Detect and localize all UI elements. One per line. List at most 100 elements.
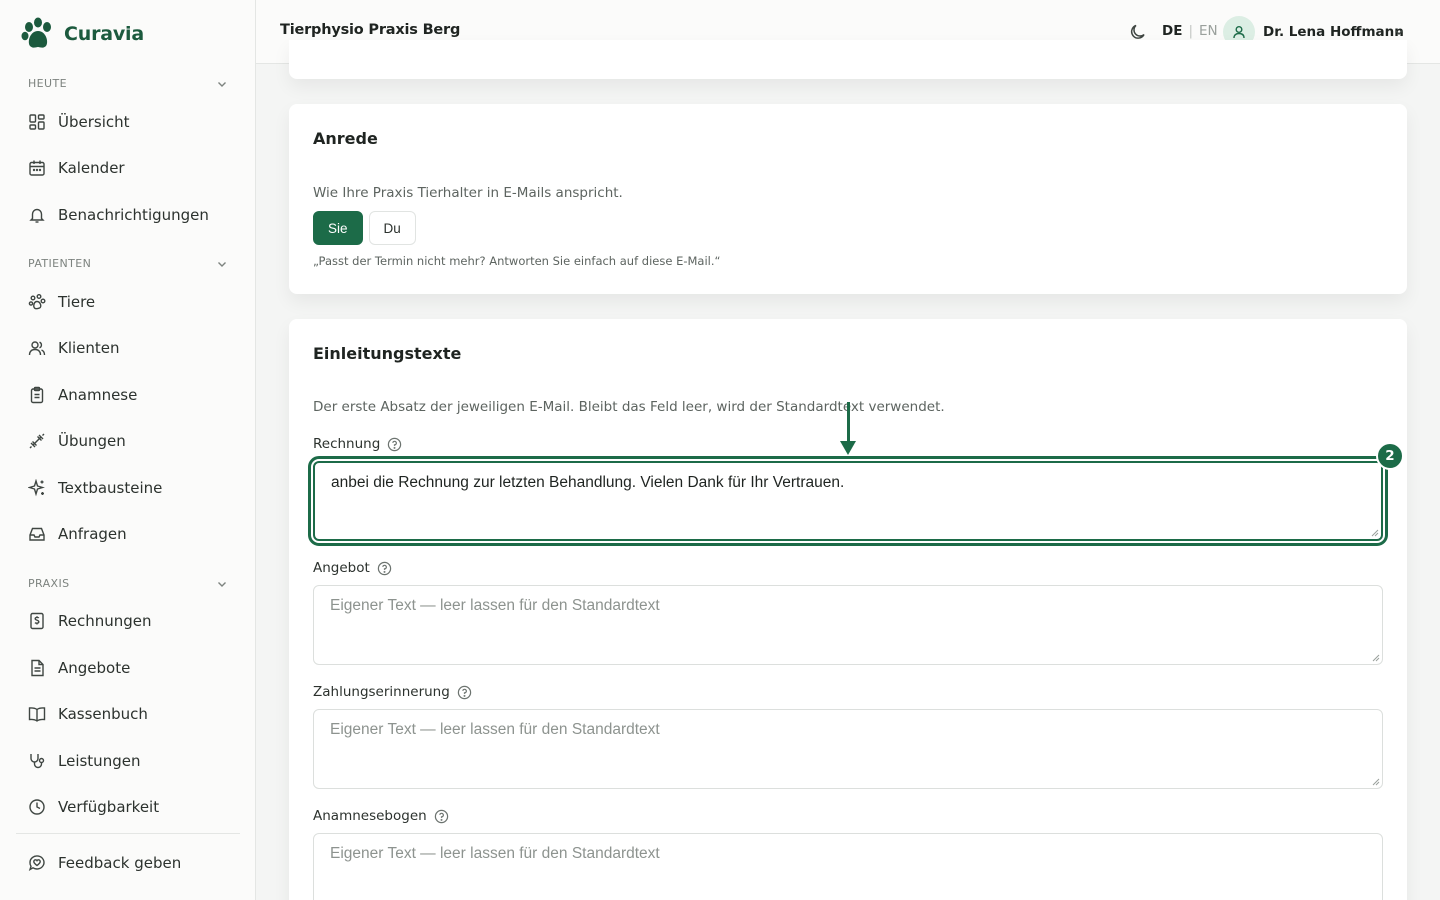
users-icon: [28, 341, 46, 356]
sidebar-item-benachrichtigungen[interactable]: Benachrichtigungen: [16, 195, 240, 235]
feedback-label: Feedback geben: [58, 854, 182, 872]
sidebar-item-label: Rechnungen: [58, 612, 152, 630]
paw-logo-icon: [21, 17, 51, 48]
zahlungserinnerung-placeholder: Eigener Text — leer lassen für den Stand…: [330, 721, 660, 738]
help-circle-icon[interactable]: [377, 561, 392, 576]
angebot-label: Angebot: [313, 560, 392, 576]
chevron-down-icon: [218, 81, 226, 87]
stethoscope-icon: [30, 754, 45, 769]
feedback-button[interactable]: Feedback geben: [16, 843, 240, 883]
sidebar-item-anfragen[interactable]: Anfragen: [16, 514, 240, 554]
sidebar-item-label: Verfügbarkeit: [58, 798, 160, 816]
user-name[interactable]: Dr. Lena Hoffmann: [1263, 24, 1404, 40]
step-badge: 2: [1376, 442, 1404, 470]
anamnesebogen-label: Anamnesebogen: [313, 808, 449, 824]
help-circle-icon[interactable]: [457, 685, 472, 700]
bell-icon: [29, 208, 45, 223]
sidebar-item-kalender[interactable]: Kalender: [16, 148, 240, 188]
sidebar-item-label: Leistungen: [58, 752, 141, 770]
section-patienten[interactable]: PATIENTEN: [28, 257, 228, 270]
sidebar-item-label: Klienten: [58, 339, 120, 357]
resize-grip-icon[interactable]: [1371, 777, 1380, 786]
anrede-description: Wie Ihre Praxis Tierhalter in E-Mails an…: [313, 185, 623, 201]
anrede-card: Anrede Wie Ihre Praxis Tierhalter in E-M…: [289, 104, 1407, 294]
dumbbell-icon: [29, 433, 45, 449]
previous-card: [289, 40, 1407, 79]
sidebar-item-label: Übungen: [58, 432, 126, 450]
sidebar-item-label: Übersicht: [58, 113, 130, 131]
sidebar-item-label: Tiere: [58, 293, 96, 311]
sidebar-divider: [16, 833, 240, 834]
sidebar-item-rechnungen[interactable]: Rechnungen: [16, 601, 240, 641]
moon-icon[interactable]: [1128, 22, 1148, 42]
sidebar-item-label: Angebote: [58, 659, 131, 677]
chevron-down-icon: [218, 261, 226, 267]
dashboard-icon: [29, 114, 45, 130]
resize-grip-icon[interactable]: [1371, 653, 1380, 662]
field-label-text: Anamnesebogen: [313, 808, 427, 824]
sidebar-item-verfuegbarkeit[interactable]: Verfügbarkeit: [16, 787, 240, 827]
sidebar-item-uebungen[interactable]: Übungen: [16, 421, 240, 461]
angebot-placeholder: Eigener Text — leer lassen für den Stand…: [330, 597, 660, 614]
language-switcher: DE | EN: [1162, 23, 1218, 39]
section-praxis[interactable]: PRAXIS: [28, 577, 228, 590]
anrede-preview: „Passt der Termin nicht mehr? Antworten …: [313, 254, 721, 268]
sidebar-item-leistungen[interactable]: Leistungen: [16, 741, 240, 781]
inbox-icon: [29, 527, 45, 541]
sparkles-icon: [28, 479, 45, 497]
anamnesebogen-textarea[interactable]: Eigener Text — leer lassen für den Stand…: [313, 833, 1383, 900]
field-label-text: Zahlungserinnerung: [313, 684, 450, 700]
invoice-icon: [30, 612, 44, 630]
sidebar-item-label: Textbausteine: [58, 479, 163, 497]
annotation-arrow-line: [847, 402, 850, 444]
section-label: HEUTE: [28, 77, 67, 90]
field-label-text: Rechnung: [313, 436, 381, 452]
anrede-du-button[interactable]: Du: [368, 211, 416, 245]
calendar-icon: [29, 160, 45, 176]
chevron-down-icon[interactable]: [1393, 26, 1405, 38]
clipboard-icon: [30, 386, 44, 404]
brand-logo[interactable]: Curavia: [20, 16, 144, 52]
anrede-toggle: Sie Du: [313, 211, 416, 245]
sidebar: Curavia HEUTE Übersicht Kalender Benachr…: [0, 0, 256, 900]
anamnesebogen-placeholder: Eigener Text — leer lassen für den Stand…: [330, 845, 660, 862]
sidebar-item-label: Anfragen: [58, 525, 127, 543]
sidebar-item-textbausteine[interactable]: Textbausteine: [16, 468, 240, 508]
sidebar-item-kassenbuch[interactable]: Kassenbuch: [16, 694, 240, 734]
annotation-arrow-head: [840, 441, 856, 455]
help-circle-icon[interactable]: [434, 809, 449, 824]
brand-name: Curavia: [64, 23, 144, 45]
sidebar-item-uebersicht[interactable]: Übersicht: [16, 102, 240, 142]
angebot-textarea[interactable]: Eigener Text — leer lassen für den Stand…: [313, 585, 1383, 665]
sidebar-item-label: Benachrichtigungen: [58, 206, 209, 224]
sidebar-item-anamnese[interactable]: Anamnese: [16, 375, 240, 415]
rechnung-value: anbei die Rechnung zur letzten Behandlun…: [331, 474, 845, 491]
section-heute[interactable]: HEUTE: [28, 77, 228, 90]
sidebar-item-tiere[interactable]: Tiere: [16, 282, 240, 322]
intro-title: Einleitungstexte: [313, 344, 462, 363]
lang-separator: |: [1188, 23, 1193, 39]
feedback-icon: [28, 855, 45, 871]
zahlungserinnerung-label: Zahlungserinnerung: [313, 684, 472, 700]
book-icon: [28, 707, 46, 722]
anrede-sie-button[interactable]: Sie: [313, 211, 363, 245]
sidebar-item-label: Kalender: [58, 159, 125, 177]
sidebar-item-angebote[interactable]: Angebote: [16, 648, 240, 688]
practice-name: Tierphysio Praxis Berg: [280, 22, 461, 38]
zahlungserinnerung-textarea[interactable]: Eigener Text — leer lassen für den Stand…: [313, 709, 1383, 789]
rechnung-textarea[interactable]: anbei die Rechnung zur letzten Behandlun…: [308, 456, 1388, 546]
help-circle-icon[interactable]: [387, 437, 402, 452]
resize-grip-icon[interactable]: [1370, 528, 1379, 537]
sidebar-item-label: Kassenbuch: [58, 705, 148, 723]
user-icon: [1233, 26, 1245, 39]
file-text-icon: [31, 659, 44, 677]
section-label: PRAXIS: [28, 577, 70, 590]
sidebar-item-klienten[interactable]: Klienten: [16, 328, 240, 368]
paw-icon: [28, 294, 46, 310]
field-label-text: Angebot: [313, 560, 370, 576]
rechnung-label: Rechnung: [313, 436, 402, 452]
lang-en[interactable]: EN: [1199, 23, 1218, 39]
clock-icon: [29, 799, 45, 815]
lang-de[interactable]: DE: [1162, 23, 1182, 39]
anrede-title: Anrede: [313, 129, 378, 148]
